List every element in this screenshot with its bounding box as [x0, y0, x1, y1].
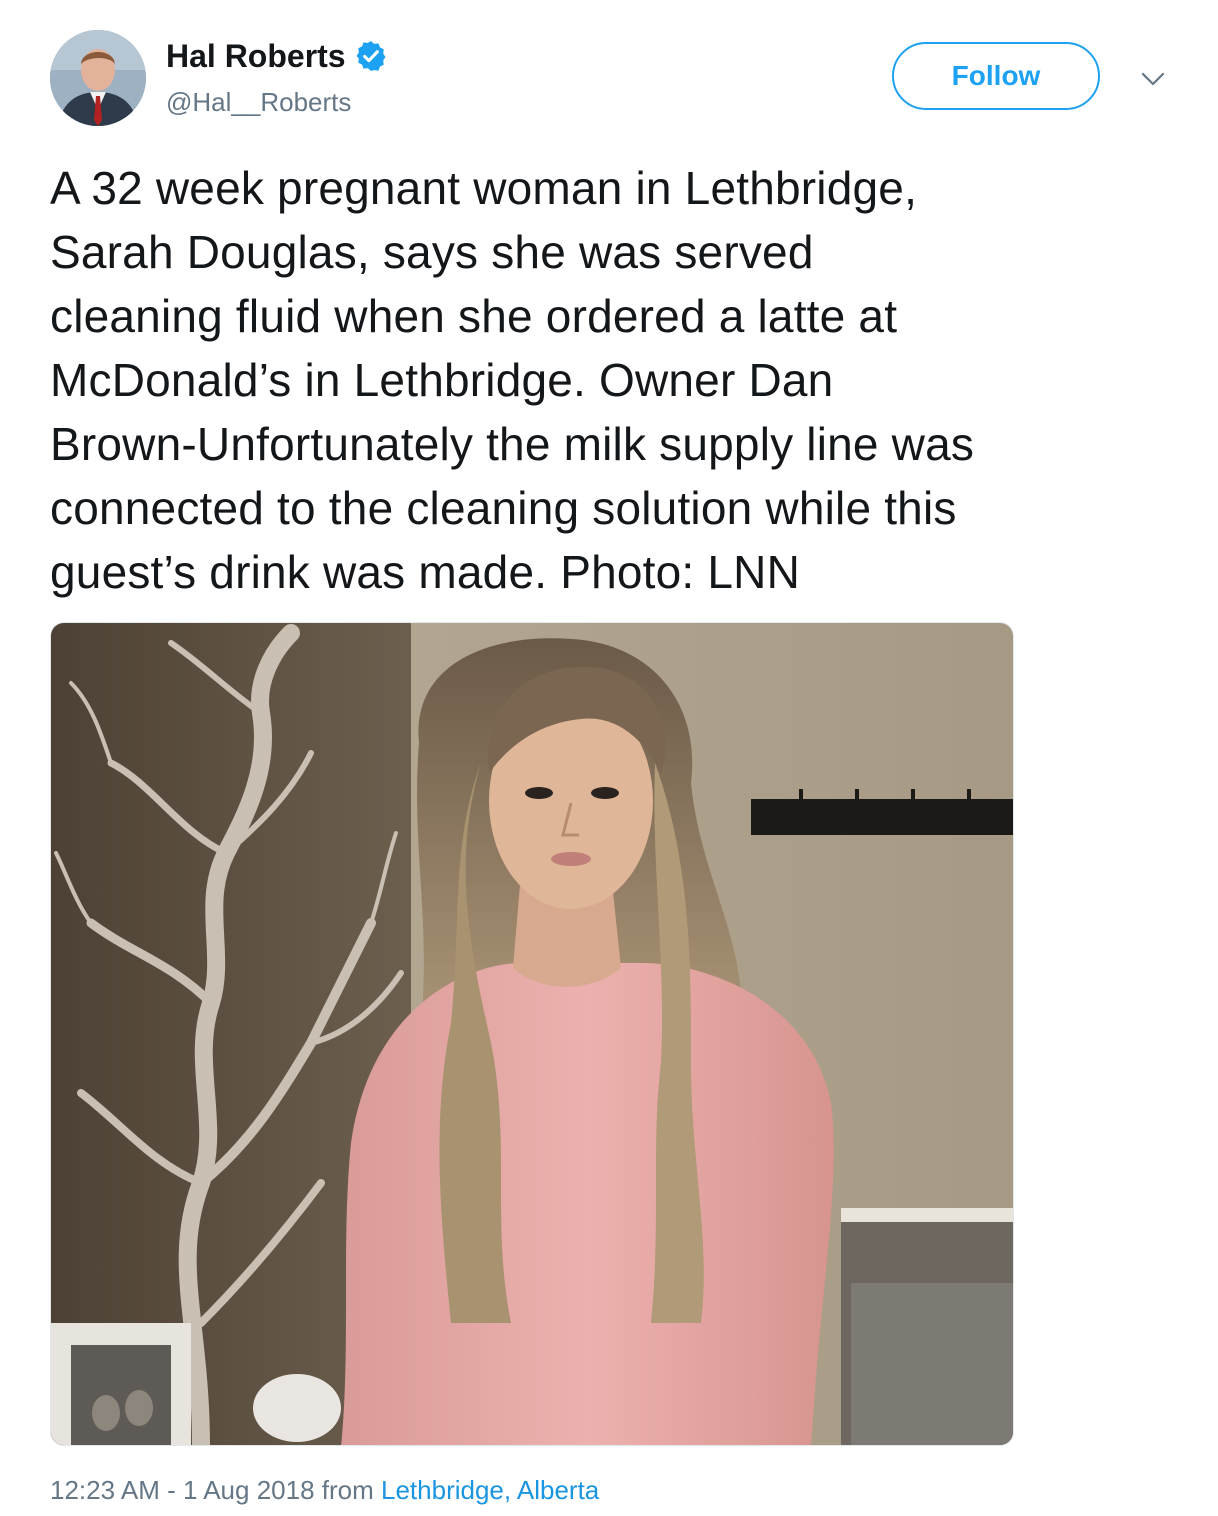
author-handle[interactable]: @Hal__Roberts — [166, 86, 351, 118]
tweet-text-line: connected to the cleaning solution while… — [50, 482, 957, 534]
tweet-text-line: Sarah Douglas, says she was served — [50, 226, 814, 278]
tweet-photo[interactable] — [50, 622, 1014, 1446]
location-link[interactable]: Lethbridge, Alberta — [381, 1475, 599, 1505]
tweet-text-line: guest’s drink was made. Photo: LNN — [50, 546, 800, 598]
chevron-down-icon[interactable] — [1138, 64, 1168, 94]
meta-separator: - — [159, 1475, 183, 1505]
tweet-text-line: Brown-Unfortunately the milk supply line… — [50, 418, 975, 470]
tweet-card: Hal Roberts @Hal__Roberts Follow A 32 we… — [0, 0, 1218, 1516]
tweet-text: A 32 week pregnant woman in Lethbridge, … — [50, 156, 1190, 604]
tweet-text-line: cleaning fluid when she ordered a latte … — [50, 290, 898, 342]
photo-woman-pink-shirt — [51, 623, 1013, 1445]
avatar[interactable] — [50, 30, 146, 126]
from-label: from — [314, 1475, 381, 1505]
tweet-text-line: McDonald’s in Lethbridge. Owner Dan — [50, 354, 834, 406]
tweet-time[interactable]: 12:23 AM — [50, 1475, 160, 1505]
tweet-metadata: 12:23 AM - 1 Aug 2018 from Lethbridge, A… — [50, 1474, 599, 1506]
author-name-row: Hal Roberts — [166, 36, 388, 76]
tweet-text-line: A 32 week pregnant woman in Lethbridge, — [50, 162, 918, 214]
author-display-name[interactable]: Hal Roberts — [166, 36, 346, 76]
avatar-image — [50, 30, 146, 126]
follow-button[interactable]: Follow — [892, 42, 1100, 110]
verified-badge-icon — [356, 41, 386, 71]
tweet-date[interactable]: 1 Aug 2018 — [183, 1475, 315, 1505]
